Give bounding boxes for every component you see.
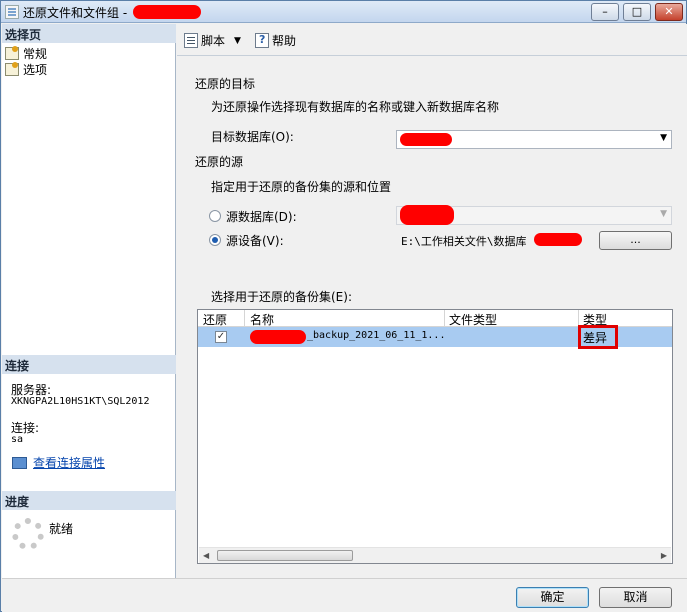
maximize-icon: □ <box>631 5 643 18</box>
highlight-annotation <box>578 325 618 349</box>
right-panel: 脚本 ▼ 帮助 还原的目标 为还原操作选择现有数据库的名称或键入新数据库名称 目… <box>177 24 687 578</box>
backup-sets-label: 选择用于还原的备份集(E): <box>211 290 352 304</box>
redacted-backup-name <box>250 330 306 344</box>
horizontal-scrollbar[interactable]: ◀ ▶ <box>199 547 671 563</box>
restore-dialog: 还原文件和文件组 - – □ ✕ 选择页 常规 选项 连接 服务器: XKNGP… <box>0 0 687 612</box>
target-database-select[interactable]: ▼ <box>396 130 672 149</box>
column-separator <box>244 310 245 327</box>
browse-button[interactable]: ... <box>599 231 672 250</box>
scrollbar-thumb[interactable] <box>217 550 353 561</box>
source-database-radio[interactable] <box>209 210 221 222</box>
destination-hint: 为还原操作选择现有数据库的名称或键入新数据库名称 <box>211 100 500 114</box>
column-separator <box>444 310 445 327</box>
ok-button[interactable]: 确定 <box>516 587 589 608</box>
source-database-select[interactable]: ▼ <box>396 205 672 225</box>
table-row[interactable]: ✓ _backup_2021_06_11_1... 差异 <box>198 325 672 349</box>
left-panel: 选择页 常规 选项 连接 服务器: XKNGPA2L10HS1KT\SQL201… <box>2 24 176 578</box>
chevron-down-icon: ▼ <box>660 133 667 143</box>
scroll-left-icon[interactable]: ◀ <box>203 551 209 560</box>
source-database-label: 源数据库(D): <box>226 210 297 224</box>
minimize-icon: – <box>602 5 608 18</box>
page-item-label: 常规 <box>23 46 48 61</box>
server-value: XKNGPA2L10HS1KT\SQL2012 <box>11 396 150 407</box>
minimize-button[interactable]: – <box>591 3 619 21</box>
page-item-general[interactable]: 常规 <box>5 45 47 61</box>
view-connection-properties-link[interactable]: 查看连接属性 <box>12 454 105 471</box>
chevron-down-icon: ▼ <box>660 209 667 219</box>
app-icon <box>5 5 19 19</box>
view-connection-properties-label: 查看连接属性 <box>33 456 106 470</box>
help-label: 帮助 <box>272 34 297 48</box>
progress-spinner-icon <box>12 518 44 550</box>
source-heading: 还原的源 <box>195 155 244 169</box>
backup-name-cell: _backup_2021_06_11_1... <box>307 330 446 341</box>
scroll-right-icon[interactable]: ▶ <box>661 551 667 560</box>
maximize-button[interactable]: □ <box>623 3 651 21</box>
connection-properties-icon <box>12 456 27 469</box>
source-device-path-text: E:\工作相关文件\数据库 <box>401 235 527 248</box>
progress-header: 进度 <box>2 491 176 510</box>
column-file-type[interactable]: 文件类型 <box>449 311 497 328</box>
target-database-label: 目标数据库(O): <box>211 130 294 144</box>
redacted-source-database <box>400 205 454 225</box>
title-bar: 还原文件和文件组 - – □ ✕ <box>1 1 686 23</box>
close-icon: ✕ <box>664 5 674 18</box>
source-device-path: E:\工作相关文件\数据库 <box>396 230 584 249</box>
source-device-radio[interactable] <box>209 234 221 246</box>
script-button[interactable]: 脚本 ▼ <box>184 32 241 49</box>
chevron-down-icon[interactable]: ▼ <box>234 36 241 46</box>
column-restore[interactable]: 还原 <box>203 311 227 328</box>
help-icon <box>255 33 269 48</box>
redacted-server-name <box>133 5 201 19</box>
redacted-database-name <box>400 133 452 146</box>
script-label: 脚本 <box>201 34 226 48</box>
redacted-backup-file <box>534 233 582 246</box>
help-button[interactable]: 帮助 <box>255 32 296 49</box>
page-item-options[interactable]: 选项 <box>5 61 47 77</box>
backup-sets-grid: 还原 名称 文件类型 类型 ✓ _backup_2021_06_11_1... … <box>197 309 673 564</box>
destination-heading: 还原的目标 <box>195 77 256 91</box>
page-icon <box>5 61 19 76</box>
window-title: 还原文件和文件组 - <box>23 6 128 20</box>
select-page-header: 选择页 <box>2 24 176 43</box>
progress-status: 就绪 <box>49 522 74 536</box>
column-name[interactable]: 名称 <box>250 311 274 328</box>
page-icon <box>5 45 19 60</box>
script-icon <box>184 33 198 48</box>
source-hint: 指定用于还原的备份集的源和位置 <box>211 180 392 194</box>
page-item-label: 选项 <box>23 62 48 77</box>
close-button[interactable]: ✕ <box>655 3 683 21</box>
source-device-label: 源设备(V): <box>226 234 284 248</box>
toolbar: 脚本 ▼ 帮助 <box>177 24 687 56</box>
cancel-button[interactable]: 取消 <box>599 587 672 608</box>
dialog-footer: 确定 取消 <box>2 578 687 612</box>
connection-header: 连接 <box>2 355 176 374</box>
connection-value: sa <box>11 434 24 445</box>
restore-checkbox[interactable]: ✓ <box>215 331 227 343</box>
